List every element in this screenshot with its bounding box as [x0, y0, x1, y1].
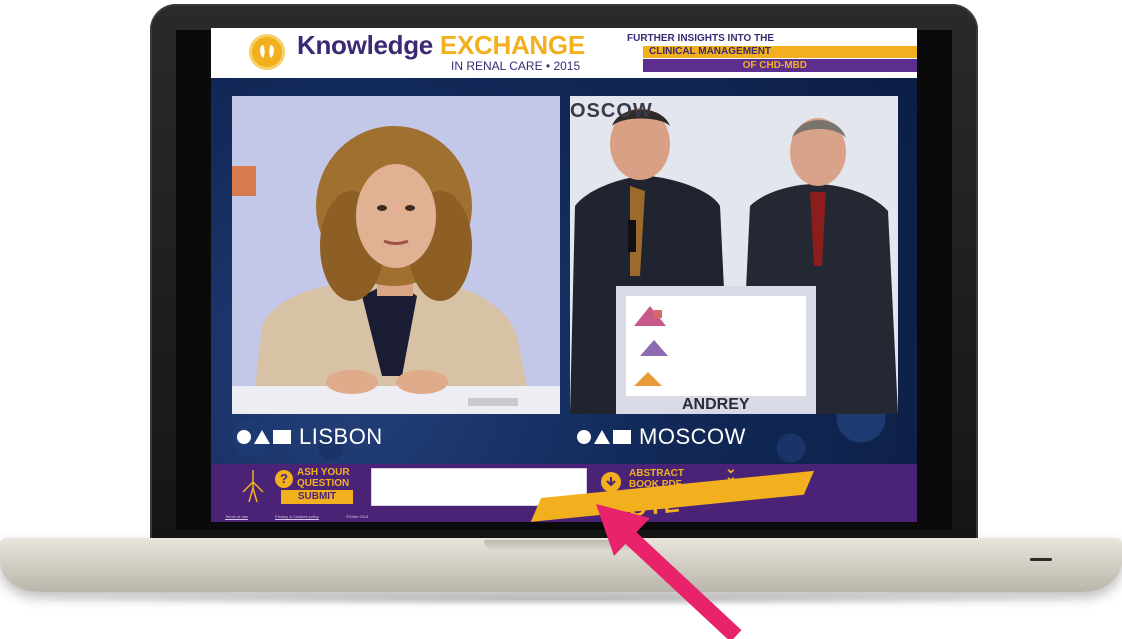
laptop-notch [484, 540, 638, 550]
interaction-bar: ? ASH YOUR QUESTION SUBMIT ABSTRACT BOOK… [211, 461, 917, 522]
footer-links: Terms of use Privacy & Cookies policy ©S… [225, 514, 394, 519]
webcast-page: Knowledge EXCHANGE IN RENAL CARE • 2015 … [211, 28, 917, 522]
podium-name-label: ANDREY [682, 396, 750, 413]
privacy-link[interactable]: Privacy & Cookies policy [275, 514, 319, 519]
page-header: Knowledge EXCHANGE IN RENAL CARE • 2015 … [211, 28, 917, 78]
moscow-wall-sign: OSCOW [570, 100, 653, 122]
brand-knowledge: Knowledge [297, 30, 433, 60]
submit-question-button[interactable]: SUBMIT [281, 490, 353, 504]
ask-line-1: ASH YOUR [297, 467, 350, 478]
download-pdf-icon[interactable] [601, 472, 621, 492]
ask-question-label: ASH YOUR QUESTION [297, 467, 367, 489]
video-feed-moscow[interactable]: OSCOW ANDREY [570, 96, 898, 414]
abstract-line-1: ABSTRACT [629, 468, 684, 479]
root-decoration-icon [242, 470, 264, 503]
question-mark-icon: ? [275, 470, 293, 488]
brand-exchange: EXCHANGE [439, 30, 585, 60]
ask-line-2: QUESTION [297, 478, 350, 489]
lisbon-presenter-image [232, 96, 560, 414]
tagline-clinical: CLINICAL MANAGEMENT [643, 46, 917, 58]
tagline-further: FURTHER INSIGHTS INTO THE [627, 33, 775, 44]
moscow-city-name: MOSCOW [639, 424, 746, 449]
laptop-shadow [20, 592, 1102, 606]
terms-link[interactable]: Terms of use [225, 514, 248, 519]
brand-subtitle: IN RENAL CARE • 2015 [451, 59, 581, 73]
kidney-logo-icon [249, 34, 285, 70]
lisbon-city-name: LISBON [299, 424, 383, 449]
copyright-text: ©Shire 2015 [345, 514, 369, 519]
laptop-indicator-light [1030, 558, 1052, 561]
tagline-ckd: OF CHD-MBD [643, 59, 917, 72]
moscow-presenters-image [570, 96, 898, 414]
video-stream-area[interactable]: OSCOW ANDREY LISBON MOSCOW [211, 78, 917, 464]
location-shapes-icon [237, 430, 291, 444]
location-shapes-icon [577, 430, 631, 444]
video-feed-lisbon[interactable] [232, 96, 560, 414]
lisbon-location-label: LISBON [237, 424, 383, 450]
brand-title: Knowledge EXCHANGE [297, 30, 585, 61]
moscow-location-label: MOSCOW [577, 424, 746, 450]
